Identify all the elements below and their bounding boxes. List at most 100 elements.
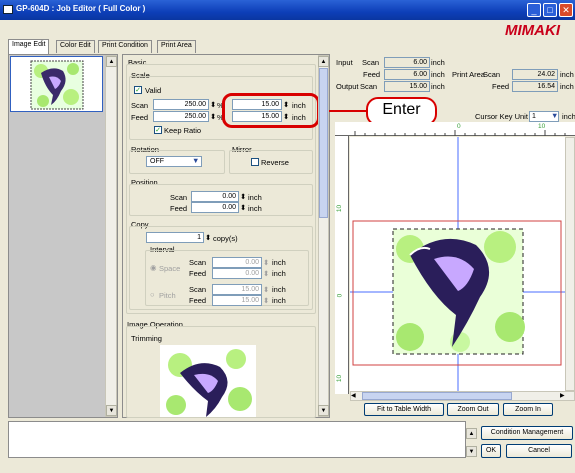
space-feed-input[interactable]: 0.00 xyxy=(212,268,262,279)
zoom-out-button[interactable]: Zoom Out xyxy=(447,403,499,416)
inch-label: inch xyxy=(560,82,574,91)
scale-scan-percent-input[interactable]: 250.00 xyxy=(153,99,209,110)
canvas-area[interactable] xyxy=(350,137,565,391)
pitch-feed-label: Feed xyxy=(189,296,207,305)
space-scan-label: Scan xyxy=(189,258,207,267)
tab-color-edit[interactable]: Color Edit xyxy=(56,40,95,53)
thumbnail-image xyxy=(30,60,84,110)
tab-print-condition[interactable]: Print Condition xyxy=(98,40,152,53)
fit-to-table-width-button[interactable]: Fit to Table Width xyxy=(364,403,444,416)
trimming-title: Trimming xyxy=(131,334,162,343)
print-area-scan-label: Scan xyxy=(483,70,501,79)
scale-feed-percent-input[interactable]: 250.00 xyxy=(153,111,209,122)
window-title: GP-604D : Job Editor ( Full Color ) xyxy=(16,4,146,13)
spin-icon[interactable]: ⬍ xyxy=(205,233,211,242)
space-feed-label: Feed xyxy=(189,269,207,278)
trimming-preview xyxy=(160,345,256,417)
thumbnail-item[interactable] xyxy=(10,56,103,112)
maximize-button[interactable]: □ xyxy=(543,3,557,17)
space-radio[interactable]: ◉ xyxy=(150,263,157,272)
position-feed-label: Feed xyxy=(170,204,188,213)
output-scan-label: Scan xyxy=(360,82,378,91)
callout-text: Enter xyxy=(382,101,421,118)
title-bar: GP-604D : Job Editor ( Full Color ) _ □ … xyxy=(0,0,575,20)
cursor-key-unit-label: Cursor Key Unit xyxy=(475,112,528,121)
scale-feed-label: Feed xyxy=(131,113,149,122)
spin-icon[interactable]: ⬍ xyxy=(210,100,216,109)
space-label: Space xyxy=(159,264,181,273)
top-ruler-label-10: 10 xyxy=(538,123,546,130)
position-scan-input[interactable]: 0.00 xyxy=(191,191,239,202)
highlight-ring xyxy=(222,93,320,128)
scroll-up-icon[interactable]: ▲ xyxy=(466,428,477,439)
spin-icon[interactable]: ⬍ xyxy=(263,296,269,305)
top-ruler-label-0: 0 xyxy=(457,123,461,130)
spin-icon[interactable]: ⬍ xyxy=(240,203,246,212)
spin-icon[interactable]: ⬍ xyxy=(263,285,269,294)
position-scan-label: Scan xyxy=(170,193,188,202)
print-area-feed-value: 16.54 xyxy=(512,81,558,92)
scroll-down-icon[interactable]: ▼ xyxy=(466,446,477,457)
close-button[interactable]: ✕ xyxy=(559,3,573,17)
trimming-image xyxy=(166,349,252,417)
canvas-vscrollbar[interactable] xyxy=(565,137,575,391)
inch-label: inch xyxy=(272,258,286,267)
canvas-svg xyxy=(350,137,565,391)
inch-label: inch xyxy=(248,204,262,213)
minimize-button[interactable]: _ xyxy=(527,3,541,17)
scroll-down-icon[interactable]: ▼ xyxy=(106,405,117,416)
valid-checkbox[interactable]: ✓ xyxy=(134,86,142,94)
inch-label: inch xyxy=(431,82,445,91)
zoom-in-button[interactable]: Zoom In xyxy=(503,403,553,416)
chevron-down-icon[interactable]: ▼ xyxy=(551,111,558,120)
space-scan-input[interactable]: 0.00 xyxy=(212,257,262,268)
position-feed-input[interactable]: 0.00 xyxy=(191,202,239,213)
input-scan-value: 6.00 xyxy=(384,57,430,68)
output-label: Output xyxy=(336,82,359,91)
spin-icon[interactable]: ⬍ xyxy=(263,269,269,278)
tab-image-edit[interactable]: Image Edit xyxy=(8,39,50,54)
inch-label: inch xyxy=(560,70,574,79)
inch-label: inch xyxy=(431,58,445,67)
valid-label: Valid xyxy=(145,86,162,95)
hscroll-thumb[interactable] xyxy=(362,392,512,400)
pitch-scan-input[interactable]: 15.00 xyxy=(212,284,262,295)
left-ruler-label-0: 0 xyxy=(336,293,344,298)
pitch-radio[interactable]: ○ xyxy=(150,290,155,299)
scroll-left-icon[interactable]: ◀ xyxy=(351,392,356,399)
cursor-key-unit-value: 1 xyxy=(532,113,536,120)
inch-label: inch xyxy=(272,296,286,305)
app-icon xyxy=(3,5,13,14)
spin-icon[interactable]: ⬍ xyxy=(210,112,216,121)
pitch-scan-label: Scan xyxy=(189,285,207,294)
ok-button[interactable]: OK xyxy=(481,444,501,458)
tab-print-area[interactable]: Print Area xyxy=(157,40,196,53)
inch-label: inch xyxy=(248,193,262,202)
cancel-button[interactable]: Cancel xyxy=(506,444,572,458)
copies-input[interactable]: 1 xyxy=(146,232,204,243)
reverse-checkbox[interactable] xyxy=(251,158,259,166)
thumbnail-scrollbar[interactable] xyxy=(105,55,117,417)
keep-ratio-checkbox[interactable]: ✓ xyxy=(154,126,162,134)
mimaki-logo: MIMAKI xyxy=(505,22,560,39)
condition-management-button[interactable]: Condition Management xyxy=(481,426,573,440)
scroll-down-icon[interactable]: ▼ xyxy=(318,405,329,416)
scroll-up-icon[interactable]: ▲ xyxy=(106,56,117,67)
scroll-thumb[interactable] xyxy=(319,68,328,218)
chevron-down-icon[interactable]: ▼ xyxy=(192,156,199,165)
spin-icon[interactable]: ⬍ xyxy=(240,192,246,201)
input-feed-value: 6.00 xyxy=(384,69,430,80)
message-area xyxy=(8,421,466,458)
scroll-up-icon[interactable]: ▲ xyxy=(318,56,329,67)
left-ruler-label-10b: 10 xyxy=(336,374,344,383)
pitch-feed-input[interactable]: 15.00 xyxy=(212,295,262,306)
keep-ratio-label: Keep Ratio xyxy=(164,126,202,135)
input-label: Input xyxy=(336,58,353,67)
output-scan-value: 15.00 xyxy=(384,81,430,92)
scroll-right-icon[interactable]: ▶ xyxy=(560,392,565,399)
scale-scan-label: Scan xyxy=(131,101,149,110)
spin-icon[interactable]: ⬍ xyxy=(263,258,269,267)
inch-label: inch xyxy=(272,285,286,294)
rotation-value: OFF xyxy=(150,158,164,165)
copies-unit: copy(s) xyxy=(213,234,238,243)
